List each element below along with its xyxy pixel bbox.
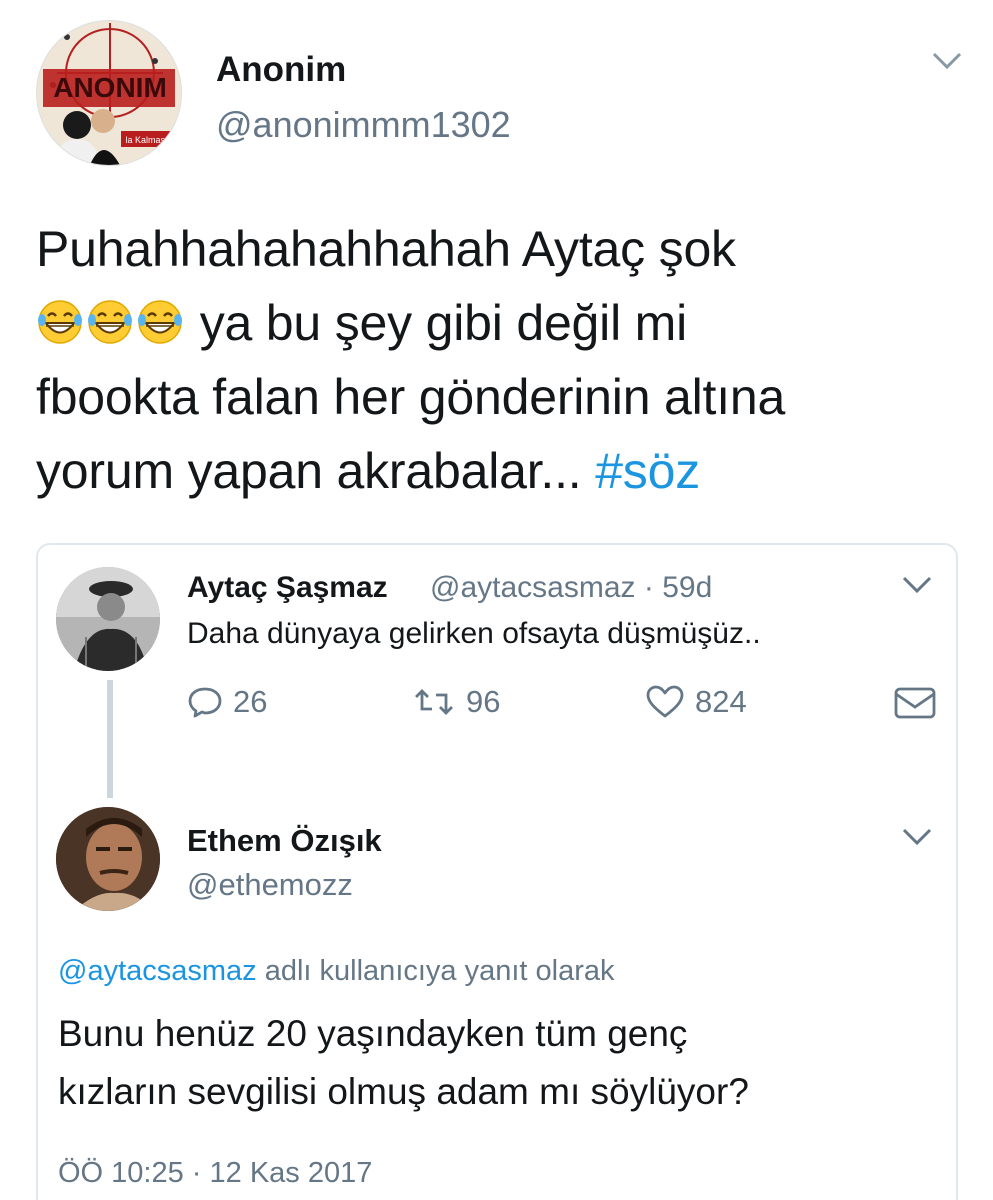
laughing-tears-icon	[38, 300, 82, 344]
like-action[interactable]: 824	[645, 684, 747, 720]
reply-author-name[interactable]: Ethem Özışık	[187, 823, 382, 859]
chevron-down-icon[interactable]	[900, 574, 934, 596]
tweet-line-text: ya bu şey gibi değil mi	[199, 295, 688, 351]
reply-count: 26	[233, 684, 268, 719]
reply-icon	[188, 687, 222, 718]
retweet-count: 96	[466, 684, 501, 719]
avatar-logo-text: ANONIM	[53, 72, 167, 103]
chevron-down-icon[interactable]	[930, 50, 964, 72]
tweet-line: Puhahhahahahhahah Aytaç şok	[36, 221, 736, 277]
laughing-tears-icon	[138, 300, 182, 344]
avatar-sub-text: la Kalmasın	[125, 135, 172, 145]
quoted-author-avatar[interactable]	[56, 567, 160, 671]
tweet-line-with-emoji: ya bu şey gibi değil mi	[36, 286, 966, 360]
tweet-line: fbookta falan her gönderinin altına	[36, 369, 786, 425]
reply-line: kızların sevgilisi olmuş adam mı söylüyo…	[58, 1071, 749, 1112]
reply-action[interactable]: 26	[187, 684, 267, 720]
avatar-image	[56, 567, 160, 671]
reply-line: Bunu henüz 20 yaşındayken tüm genç	[58, 1013, 688, 1054]
main-author-name[interactable]: Anonim	[216, 50, 346, 90]
retweet-icon	[415, 689, 453, 715]
main-author-handle[interactable]: @anonimmm1302	[216, 104, 511, 146]
like-count: 824	[695, 684, 747, 719]
reply-context: @aytacsasmaz adlı kullanıcıya yanıt olar…	[58, 955, 615, 988]
reply-author-handle[interactable]: @ethemozz	[187, 867, 353, 903]
reply-author-avatar[interactable]	[56, 807, 160, 911]
reply-timestamp[interactable]: ÖÖ 10:25 · 12 Kas 2017	[58, 1157, 372, 1190]
quoted-meta: @aytacsasmaz · 59d	[430, 571, 712, 605]
main-tweet-text: Puhahhahahahhahah Aytaç şok ya bu şey gi…	[36, 212, 966, 508]
avatar-image: ANONIM la Kalmasın	[37, 21, 181, 165]
hashtag-link[interactable]: #söz	[595, 443, 700, 499]
main-tweet-avatar[interactable]: ANONIM la Kalmasın	[36, 20, 182, 166]
quoted-tweet-age[interactable]: 59d	[662, 571, 712, 604]
reply-tweet-text: Bunu henüz 20 yaşındayken tüm genç kızla…	[58, 1005, 938, 1121]
retweet-action[interactable]: 96	[412, 684, 500, 720]
quoted-tweet-text: Daha dünyaya gelirken ofsayta düşmüşüz..	[187, 617, 761, 650]
direct-message-icon[interactable]	[893, 686, 937, 720]
heart-icon	[646, 685, 684, 718]
quoted-author-handle[interactable]: @aytacsasmaz	[430, 571, 636, 604]
laughing-tears-icon	[88, 300, 132, 344]
reply-to-mention[interactable]: @aytacsasmaz	[58, 955, 257, 987]
quoted-author-name[interactable]: Aytaç Şaşmaz	[187, 571, 388, 605]
chevron-down-icon[interactable]	[900, 826, 934, 848]
tweet-line-text: yorum yapan akrabalar...	[36, 443, 596, 499]
reply-to-suffix: adlı kullanıcıya yanıt olarak	[256, 955, 615, 987]
tweet-line-with-hashtag: yorum yapan akrabalar... #söz	[36, 434, 966, 508]
main-tweet-header: ANONIM la Kalmasın Anonim @anonimmm1302	[0, 0, 993, 190]
thread-connector-line	[107, 680, 113, 798]
avatar-image	[56, 807, 160, 911]
meta-separator: ·	[643, 571, 654, 604]
